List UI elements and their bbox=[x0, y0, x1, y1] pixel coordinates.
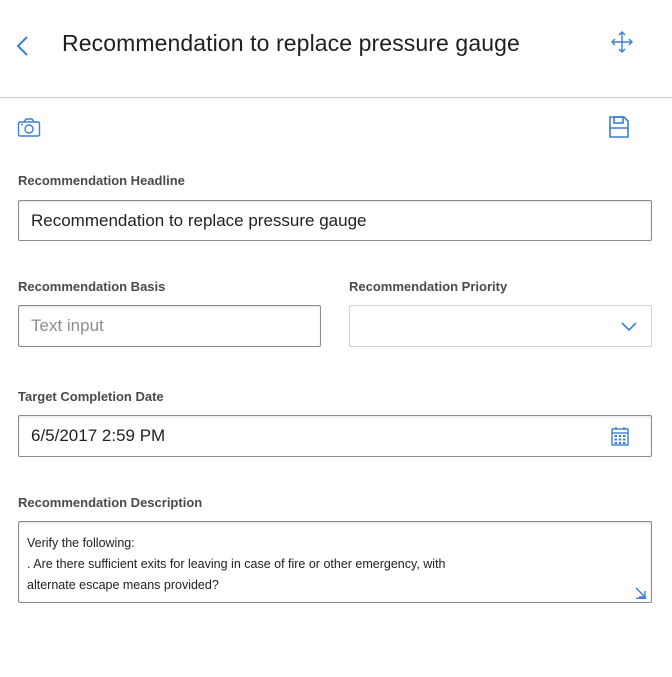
description-line: . Are there sufficient exits for leaving… bbox=[27, 557, 446, 571]
headline-value: Recommendation to replace pressure gauge bbox=[31, 210, 367, 230]
priority-label: Recommendation Priority bbox=[349, 279, 508, 294]
basis-input[interactable]: Text input bbox=[18, 305, 321, 347]
target-date-input[interactable]: 6/5/2017 2:59 PM bbox=[18, 415, 652, 457]
save-icon[interactable] bbox=[608, 115, 630, 139]
target-date-label: Target Completion Date bbox=[18, 389, 164, 404]
page-title: Recommendation to replace pressure gauge bbox=[62, 30, 520, 56]
description-line: alternate escape means provided? bbox=[27, 578, 219, 592]
target-date-value: 6/5/2017 2:59 PM bbox=[31, 426, 166, 445]
header-bar: Recommendation to replace pressure gauge bbox=[0, 0, 672, 98]
description-line: Verify the following: bbox=[27, 536, 135, 550]
headline-label: Recommendation Headline bbox=[18, 173, 185, 188]
chevron-down-icon[interactable] bbox=[621, 320, 637, 332]
description-textarea[interactable]: Verify the following: . Are there suffic… bbox=[18, 521, 652, 603]
basis-placeholder: Text input bbox=[31, 316, 104, 335]
headline-input[interactable]: Recommendation to replace pressure gauge bbox=[18, 200, 652, 241]
calendar-icon[interactable] bbox=[611, 426, 629, 446]
description-label: Recommendation Description bbox=[18, 495, 203, 510]
move-arrows-icon[interactable] bbox=[610, 30, 634, 54]
basis-label: Recommendation Basis bbox=[18, 279, 166, 294]
camera-icon[interactable] bbox=[17, 117, 41, 139]
priority-select[interactable] bbox=[349, 305, 652, 347]
chevron-left-icon[interactable] bbox=[12, 34, 34, 58]
resize-handle-icon[interactable] bbox=[635, 587, 647, 599]
